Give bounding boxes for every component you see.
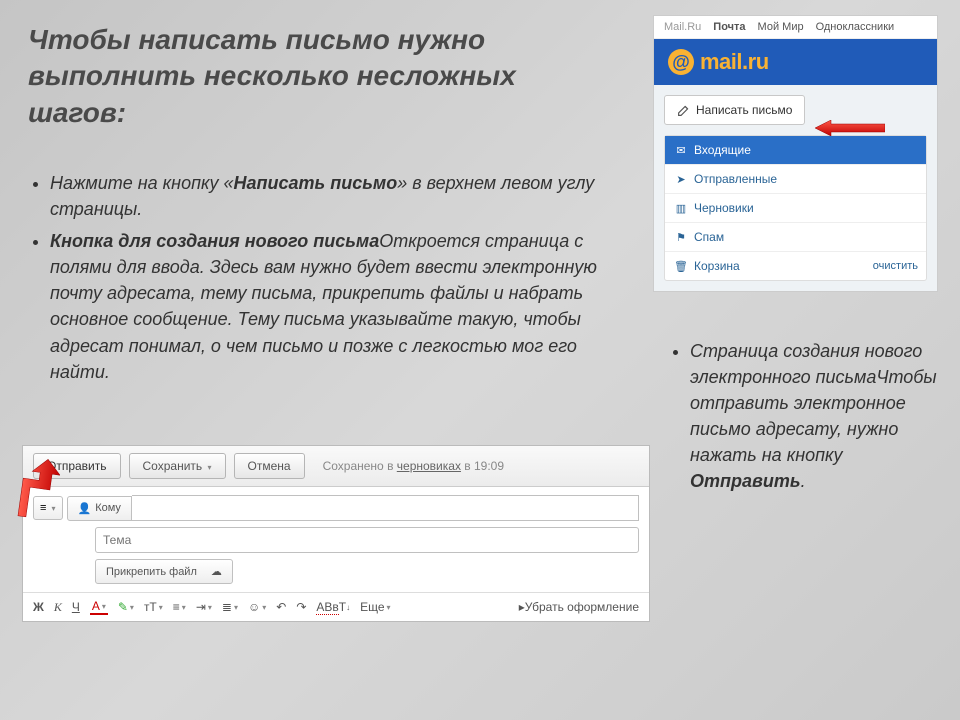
list-button[interactable]: ≣ <box>222 600 238 614</box>
text-fragment: Сохранено в <box>323 459 397 473</box>
clear-format-button[interactable]: ▸ Убрать оформление <box>519 600 639 614</box>
save-button-label: Сохранить <box>143 459 203 473</box>
font-size-button[interactable]: тТ <box>144 600 163 614</box>
compose-button-label: Написать письмо <box>696 103 792 117</box>
nav-link-mailru[interactable]: Mail.Ru <box>664 21 701 33</box>
undo-button[interactable]: ↶ <box>276 600 286 614</box>
attach-file-button[interactable]: Прикрепить файл ☁ <box>95 559 233 584</box>
folder-label: Отправленные <box>694 172 777 186</box>
to-row: ≡ 👤 Кому <box>33 495 639 521</box>
subject-row <box>33 527 639 553</box>
text-bold-fragment: Написать письмо <box>234 173 398 193</box>
document-icon: ▥ <box>675 202 687 214</box>
mailru-logo-text: mail.ru <box>700 49 769 75</box>
to-label-text: Кому <box>95 502 121 514</box>
compose-fields: ≡ 👤 Кому Прикрепить файл ☁ <box>23 487 649 592</box>
person-icon: 👤 <box>78 502 92 515</box>
italic-button[interactable]: К <box>54 600 62 615</box>
emoji-button[interactable]: ☺ <box>248 600 266 614</box>
more-button[interactable]: Еще <box>360 600 390 614</box>
clear-trash-link[interactable]: очистить <box>873 260 918 272</box>
mailru-top-nav: Mail.Ru Почта Мой Мир Одноклассники <box>654 16 937 39</box>
to-label-button[interactable]: 👤 Кому <box>67 496 132 521</box>
folder-label: Черновики <box>694 201 754 215</box>
nav-link-world[interactable]: Мой Мир <box>758 21 804 33</box>
text-bold-fragment: Кнопка для создания нового письма <box>50 231 379 251</box>
drafts-link[interactable]: черновиках <box>397 459 461 473</box>
compose-email-screenshot: Отправить Сохранить Отмена Сохранено в ч… <box>22 445 650 622</box>
folder-inbox[interactable]: ✉ Входящие <box>665 136 926 165</box>
nav-link-mail[interactable]: Почта <box>713 21 745 33</box>
save-button[interactable]: Сохранить <box>129 453 226 479</box>
text-fragment: Нажмите на кнопку « <box>50 173 234 193</box>
text-fragment: в 19:09 <box>461 459 504 473</box>
paper-plane-icon: ➤ <box>675 173 687 185</box>
slide-heading: Чтобы написать письмо нужно выполнить не… <box>28 22 588 131</box>
indent-button[interactable]: ⇥ <box>196 600 212 614</box>
red-arrow-pointer-icon <box>815 120 885 136</box>
highlight-button[interactable]: ✎ <box>118 600 134 614</box>
mailru-logo-bar: @ mail.ru <box>654 39 937 85</box>
compose-toolbar: Отправить Сохранить Отмена Сохранено в ч… <box>23 446 649 487</box>
align-button[interactable]: ≡ <box>173 600 186 614</box>
compose-button[interactable]: Написать письмо <box>664 95 805 125</box>
attach-label: Прикрепить файл <box>106 566 197 578</box>
right-instructions: Страница создания нового электронного пи… <box>660 338 940 495</box>
edit-icon <box>677 104 690 117</box>
nav-link-ok[interactable]: Одноклассники <box>816 21 895 33</box>
envelope-icon: ✉ <box>675 144 687 156</box>
instructions-list: Нажмите на кнопку «Написать письмо» в ве… <box>20 170 610 391</box>
to-input[interactable] <box>132 495 639 521</box>
folder-list: ✉ Входящие ➤ Отправленные ▥ Черновики ⚑ … <box>664 135 927 281</box>
folder-label: Спам <box>694 230 724 244</box>
text-color-button[interactable]: A <box>90 599 108 615</box>
underline-button[interactable]: Ч <box>72 600 80 614</box>
folder-trash[interactable]: 🗑 Корзина очистить <box>665 252 926 280</box>
mailru-at-icon: @ <box>668 49 694 75</box>
instruction-item: Кнопка для создания нового письмаОткроет… <box>50 228 610 385</box>
clear-format-label: Убрать оформление <box>525 600 639 614</box>
text-bold-fragment: Отправить <box>690 471 801 491</box>
cancel-button[interactable]: Отмена <box>234 453 305 479</box>
folder-spam[interactable]: ⚑ Спам <box>665 223 926 252</box>
text-fragment: . <box>801 471 806 491</box>
chevron-down-icon <box>206 459 212 473</box>
text-fragment: Откроется страница с полями для ввода. З… <box>50 231 597 381</box>
folder-sent[interactable]: ➤ Отправленные <box>665 165 926 194</box>
mailru-sidebar-screenshot: Mail.Ru Почта Мой Мир Одноклассники @ ma… <box>653 15 938 292</box>
spellcheck-button[interactable]: ABʙT↓ <box>316 600 350 615</box>
subject-input[interactable] <box>95 527 639 553</box>
bold-button[interactable]: Ж <box>33 600 44 614</box>
trash-icon: 🗑 <box>675 260 687 272</box>
attach-row: Прикрепить файл ☁ <box>95 559 639 584</box>
folder-label: Входящие <box>694 143 751 157</box>
red-arrow-pointer-icon <box>12 458 60 518</box>
folder-drafts[interactable]: ▥ Черновики <box>665 194 926 223</box>
flame-icon: ⚑ <box>675 231 687 243</box>
mailru-body: Написать письмо ✉ Входящие ➤ Отправленны… <box>654 85 937 291</box>
redo-button[interactable]: ↷ <box>296 600 306 614</box>
format-toolbar: Ж К Ч A ✎ тТ ≡ ⇥ ≣ ☺ ↶ ↷ ABʙT↓ Еще ▸ Убр… <box>23 592 649 621</box>
autosave-status: Сохранено в черновиках в 19:09 <box>323 459 504 473</box>
cloud-icon: ☁ <box>211 565 222 578</box>
folder-label: Корзина <box>694 259 740 273</box>
instruction-item: Нажмите на кнопку «Написать письмо» в ве… <box>50 170 610 222</box>
instruction-item: Страница создания нового электронного пи… <box>690 338 940 495</box>
